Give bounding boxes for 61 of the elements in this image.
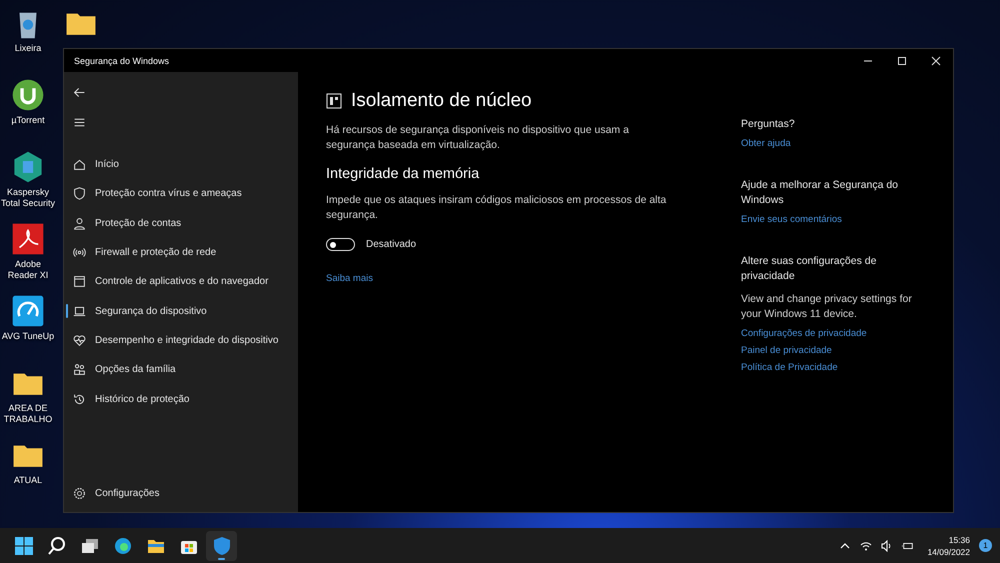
nav-item[interactable]: Proteção de contas — [64, 208, 298, 238]
desktop-icon-label[interactable]: AVG TuneUp — [2, 331, 54, 342]
aside-link[interactable]: Obter ajuda — [741, 138, 921, 149]
section-title: Integridade da memória — [326, 166, 480, 182]
nav-item[interactable]: Opções da família — [64, 355, 298, 384]
shield-icon — [212, 536, 232, 556]
menu-icon[interactable] — [73, 116, 86, 129]
clock-date[interactable]: 14/09/2022 — [927, 546, 970, 558]
history-icon — [73, 392, 86, 406]
pdf-app-icon[interactable] — [11, 222, 45, 256]
home-icon — [73, 158, 86, 172]
section-description: Impede que os ataques insiram códigos maliciosos em processos de alta segurança. — [326, 193, 668, 223]
nav-item[interactable]: Segurança do dispositivo — [64, 296, 298, 326]
settings-icon — [73, 486, 86, 500]
search-icon — [46, 536, 66, 556]
shield-icon — [73, 187, 86, 200]
aside-link[interactable]: Política de Privacidade — [741, 362, 921, 373]
heart-pulse-icon — [73, 334, 86, 347]
browser-window-icon — [73, 275, 86, 288]
desktop-icon-label[interactable]: µTorrent — [11, 115, 45, 126]
aside-heading: Ajude a melhorar a Segurança do Windows — [741, 178, 900, 208]
notification-badge[interactable]: 1 — [979, 539, 992, 552]
intro-text: Há recursos de segurança disponíveis no dispositivo que usam a segurança baseada em virtualização. — [326, 123, 630, 153]
close-icon[interactable] — [931, 56, 941, 66]
clock-time[interactable]: 15:36 — [948, 534, 970, 546]
desktop-icon-label[interactable]: AREA DE TRABALHO — [0, 403, 56, 425]
wifi-icon[interactable] — [860, 540, 872, 552]
desktop-icon-label[interactable]: Lixeira — [14, 43, 42, 54]
learn-more-link[interactable]: Saiba mais — [326, 273, 671, 284]
gauge-app-icon[interactable] — [11, 294, 45, 328]
antenna-icon — [73, 246, 86, 260]
desktop-icon-label[interactable]: ATUAL — [14, 475, 42, 486]
aside-heading: Altere suas configurações de privacidade — [741, 254, 878, 284]
back-arrow-icon[interactable] — [73, 86, 86, 99]
nav-item[interactable]: Histórico de proteção — [64, 384, 298, 414]
settings-item[interactable]: Configurações — [64, 478, 298, 508]
window-title: Segurança do Windows — [74, 56, 170, 66]
security-app-button[interactable] — [206, 530, 237, 560]
family-icon — [73, 363, 86, 376]
chip-icon — [326, 93, 342, 109]
toggle-switch[interactable] — [326, 238, 355, 251]
nav-item[interactable]: Firewall e proteção de rede — [64, 238, 298, 268]
nav-item[interactable]: Proteção contra vírus e ameaças — [64, 179, 298, 209]
toggle-label: Desativado — [366, 239, 416, 250]
laptop-icon — [73, 304, 86, 318]
aside-text: View and change privacy settings for your Windows 11 device. — [741, 292, 913, 322]
aside-link[interactable]: Painel de privacidade — [741, 345, 921, 356]
page-title: Isolamento de núcleo — [351, 90, 532, 112]
aside-link[interactable]: Envie seus comentários — [741, 214, 921, 225]
aside-heading: Perguntas? — [741, 117, 796, 132]
desktop-icon-label[interactable]: Adobe Reader XI — [0, 259, 56, 281]
person-icon — [73, 216, 86, 230]
nav-item[interactable]: Controle de aplicativos e do navegador — [64, 267, 298, 296]
desktop-icon-label[interactable]: Kaspersky Total Security — [0, 187, 56, 209]
nav-item[interactable]: Desempenho e integridade do dispositivo — [64, 326, 298, 356]
windows-logo-icon — [14, 536, 34, 556]
aside-link[interactable]: Configurações de privacidade — [741, 328, 921, 339]
maximize-icon[interactable] — [897, 56, 907, 66]
torrent-logo-icon[interactable] — [11, 78, 45, 112]
nav-item[interactable]: Início — [64, 150, 298, 180]
browser-logo-icon — [112, 536, 132, 556]
